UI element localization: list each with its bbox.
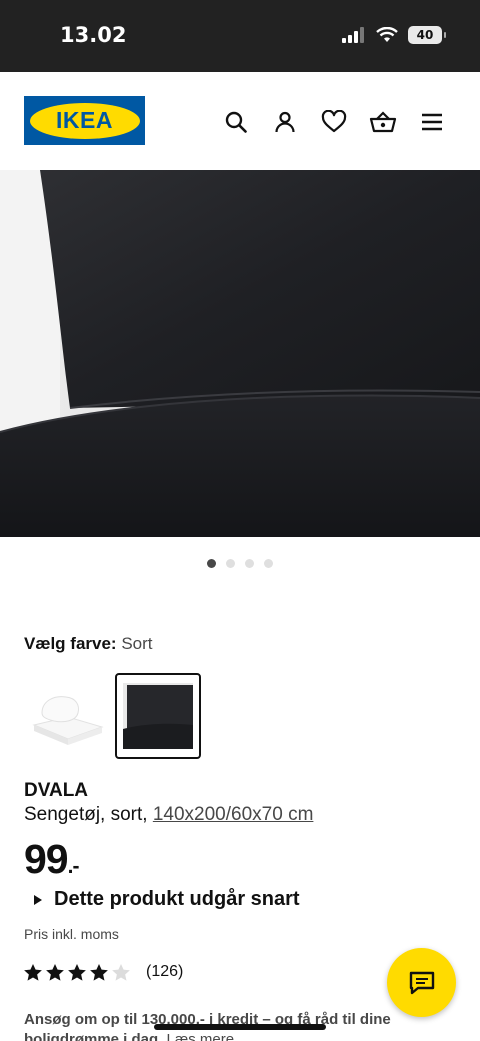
carousel-dots (0, 559, 480, 568)
review-count: (126) (146, 963, 184, 980)
product-description: Sengetøj, sort, 140x200/60x70 cm (24, 804, 313, 826)
caret-right-icon (34, 894, 42, 905)
search-icon[interactable] (222, 108, 250, 136)
heart-icon[interactable] (320, 108, 348, 136)
star-filled-icon (68, 963, 86, 981)
bedding-photo (0, 170, 480, 537)
product-price: 99.- (24, 836, 80, 883)
product-name: DVALA (24, 780, 89, 801)
site-header: IKEA (0, 72, 480, 170)
white-bedding-thumbnail (32, 696, 104, 745)
product-size-link[interactable]: 140x200/60x70 cm (153, 804, 314, 825)
header-actions (222, 108, 446, 136)
chat-button[interactable] (387, 948, 456, 1017)
account-icon[interactable] (271, 108, 299, 136)
star-filled-icon (24, 963, 42, 981)
star-empty-icon (112, 963, 130, 981)
product-image[interactable] (0, 170, 480, 537)
carousel-dot[interactable] (245, 559, 254, 568)
product-rating[interactable]: (126) (24, 963, 183, 981)
star-filled-icon (90, 963, 108, 981)
home-indicator[interactable] (154, 1024, 326, 1030)
carousel-dot[interactable] (226, 559, 235, 568)
price-suffix: .- (67, 855, 80, 878)
menu-icon[interactable] (418, 108, 446, 136)
read-more-link[interactable]: Læs mere (167, 1031, 235, 1041)
discontinued-toggle[interactable]: Dette produkt udgår snart (34, 888, 300, 911)
carousel-dot[interactable] (264, 559, 273, 568)
basket-icon[interactable] (369, 108, 397, 136)
ikea-logo[interactable]: IKEA (24, 96, 145, 145)
status-time: 13.02 (60, 23, 127, 47)
color-selected-value: Sort (121, 634, 153, 653)
logo-text: IKEA (56, 107, 113, 133)
color-label-title: Vælg farve: (24, 634, 117, 653)
color-label: Vælg farve: Sort (24, 634, 153, 654)
status-bar: 13.02 40 (0, 0, 480, 72)
carousel-dot[interactable] (207, 559, 216, 568)
vat-note: Pris inkl. moms (24, 926, 119, 942)
battery-indicator: 40 (408, 26, 446, 44)
color-swatch-black[interactable] (115, 673, 201, 759)
price-value: 99 (24, 836, 69, 882)
product-description-text: Sengetøj, sort, (24, 804, 148, 825)
star-filled-icon (46, 963, 64, 981)
color-swatch-white[interactable] (24, 673, 110, 759)
signal-icon (342, 27, 364, 43)
black-bedding-thumbnail (123, 683, 193, 749)
discontinued-label: Dette produkt udgår snart (54, 888, 300, 910)
wifi-icon (376, 27, 398, 42)
logo-oval: IKEA (29, 102, 140, 139)
status-indicators: 40 (342, 26, 446, 44)
chat-icon (409, 971, 434, 994)
